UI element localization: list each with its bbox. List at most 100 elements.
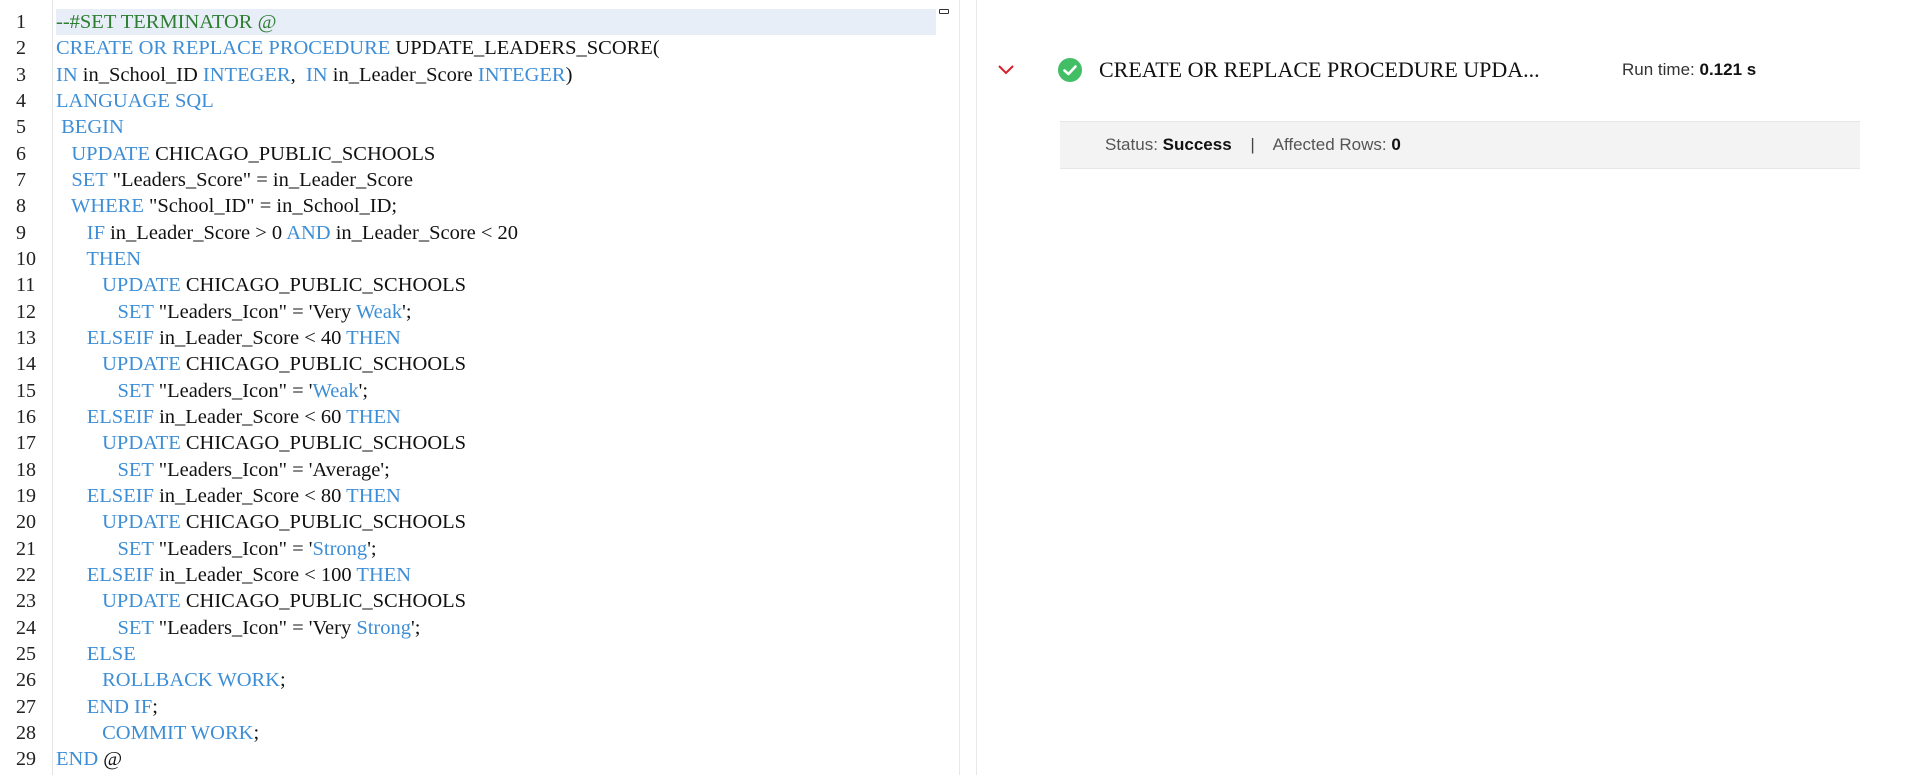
sql-text: CHICAGO_PUBLIC_SCHOOLS xyxy=(185,432,467,455)
sql-text: in_Leader_Score xyxy=(332,63,478,86)
code-line[interactable]: IF in_Leader_Score > 0 AND in_Leader_Sco… xyxy=(56,220,936,246)
sql-editor[interactable]: 1 2 3 4 5 6 7 8 9 10 11 12 13 14 15 16 17 18 19 20 21 22 23 24 2… xyxy=(0,0,960,775)
code-line[interactable]: SET "Leaders_Icon" = 'Strong'; xyxy=(56,536,936,562)
sql-text: in_School_ID xyxy=(82,63,203,86)
code-line[interactable]: SET "Leaders_Icon" = 'Average'; xyxy=(56,457,936,483)
sql-keyword: END xyxy=(56,748,104,771)
code-line[interactable]: BEGIN xyxy=(56,114,936,140)
code-line[interactable]: ELSEIF in_Leader_Score < 40 THEN xyxy=(56,325,936,351)
affected-rows-value: 0 xyxy=(1391,135,1401,154)
sql-text: in_Leader_Score < 100 xyxy=(159,563,357,586)
code-line[interactable]: END IF; xyxy=(56,694,936,720)
sql-keyword: IN xyxy=(56,63,83,86)
sql-keyword: SET xyxy=(56,537,159,560)
code-line[interactable]: --#SET TERMINATOR @ xyxy=(56,9,936,36)
run-time-value: 0.121 s xyxy=(1699,60,1757,79)
line-number: 12 xyxy=(16,300,36,323)
code-line[interactable]: IN in_School_ID INTEGER, IN in_Leader_Sc… xyxy=(56,62,936,88)
line-number: 27 xyxy=(16,695,36,718)
sql-keyword: WHERE xyxy=(56,195,150,218)
code-line[interactable]: ELSEIF in_Leader_Score < 100 THEN xyxy=(56,562,936,588)
code-line[interactable]: THEN xyxy=(56,246,936,272)
sql-text: @ xyxy=(103,748,123,771)
line-number-gutter: 1 2 3 4 5 6 7 8 9 10 11 12 13 14 15 16 17 18 19 20 21 22 23 24 2… xyxy=(0,9,52,773)
line-number: 25 xyxy=(16,642,36,665)
code-line[interactable]: COMMIT WORK; xyxy=(56,720,936,746)
pane-splitter-left[interactable] xyxy=(959,0,960,775)
gutter-divider xyxy=(52,0,53,775)
sql-keyword: UPDATE xyxy=(56,353,186,376)
sql-keyword: SET xyxy=(56,616,159,639)
sql-text: CHICAGO_PUBLIC_SCHOOLS xyxy=(185,590,467,613)
code-line[interactable]: ELSE xyxy=(56,641,936,667)
code-line[interactable]: UPDATE CHICAGO_PUBLIC_SCHOOLS xyxy=(56,430,936,456)
code-line[interactable]: SET "Leaders_Score" = in_Leader_Score xyxy=(56,167,936,193)
line-number: 1 xyxy=(16,11,26,33)
line-number: 29 xyxy=(16,748,36,771)
code-line[interactable]: SET "Leaders_Icon" = 'Weak'; xyxy=(56,378,936,404)
sql-keyword: ELSEIF xyxy=(56,326,160,349)
sql-text: ; xyxy=(280,669,286,692)
code-line[interactable]: UPDATE CHICAGO_PUBLIC_SCHOOLS xyxy=(56,272,936,298)
statement-title[interactable]: CREATE OR REPLACE PROCEDURE UPDA... xyxy=(1099,53,1540,87)
chevron-down-icon[interactable] xyxy=(995,58,1017,80)
code-line[interactable]: SET "Leaders_Icon" = 'Very Weak'; xyxy=(56,299,936,325)
sql-keyword: UPDATE xyxy=(56,142,156,165)
line-number: 5 xyxy=(16,116,26,139)
code-line[interactable]: UPDATE CHICAGO_PUBLIC_SCHOOLS xyxy=(56,588,936,614)
line-number: 14 xyxy=(16,353,36,376)
sql-text: in_Leader_Score < 20 xyxy=(335,221,519,244)
code-line[interactable]: ELSEIF in_Leader_Score < 60 THEN xyxy=(56,404,936,430)
sql-text: , xyxy=(290,63,306,86)
sql-keyword: Strong xyxy=(312,537,368,560)
sql-text: "Leaders_Icon" = 'Very xyxy=(158,616,357,639)
sql-text: ; xyxy=(152,695,158,718)
sql-text: CHICAGO_PUBLIC_SCHOOLS xyxy=(185,353,467,376)
code-line[interactable]: UPDATE CHICAGO_PUBLIC_SCHOOLS xyxy=(56,509,936,535)
sql-keyword: INTEGER xyxy=(477,63,566,86)
results-pane: CREATE OR REPLACE PROCEDURE UPDA... Run … xyxy=(977,0,1913,775)
line-number: 2 xyxy=(16,37,26,60)
sql-keyword: ELSE xyxy=(56,642,136,665)
sql-keyword: SET xyxy=(56,458,159,481)
sql-text: '; xyxy=(367,537,377,560)
sql-keyword: ELSEIF xyxy=(56,484,160,507)
code-line[interactable]: UPDATE CHICAGO_PUBLIC_SCHOOLS xyxy=(56,141,936,167)
code-line[interactable]: END @ xyxy=(56,746,936,772)
line-number: 18 xyxy=(16,458,36,481)
sql-keyword: THEN xyxy=(356,563,412,586)
line-number: 24 xyxy=(16,616,36,639)
code-line[interactable]: ROLLBACK WORK; xyxy=(56,667,936,693)
sql-keyword: SET xyxy=(56,168,113,191)
sql-keyword: UPDATE xyxy=(56,432,186,455)
sql-keyword: COMMIT WORK xyxy=(56,721,254,744)
code-line[interactable]: SET "Leaders_Icon" = 'Very Strong'; xyxy=(56,615,936,641)
code-line[interactable]: CREATE OR REPLACE PROCEDURE UPDATE_LEADE… xyxy=(56,35,936,61)
code-area[interactable]: --#SET TERMINATOR @ CREATE OR REPLACE PRO… xyxy=(56,9,936,773)
minimize-icon[interactable] xyxy=(939,9,949,14)
sql-keyword: THEN xyxy=(346,405,401,428)
code-line[interactable]: ELSEIF in_Leader_Score < 80 THEN xyxy=(56,483,936,509)
code-line[interactable]: WHERE "School_ID" = in_School_ID; xyxy=(56,193,936,219)
line-number: 4 xyxy=(16,89,26,112)
result-entry[interactable]: CREATE OR REPLACE PROCEDURE UPDA... Run … xyxy=(977,52,1877,88)
sql-text: CHICAGO_PUBLIC_SCHOOLS xyxy=(155,142,436,165)
sql-keyword: UPDATE xyxy=(56,511,186,534)
status-label: Status: xyxy=(1105,135,1158,154)
code-line[interactable]: UPDATE CHICAGO_PUBLIC_SCHOOLS xyxy=(56,351,936,377)
sql-text: '; xyxy=(411,616,421,639)
code-line[interactable]: LANGUAGE SQL xyxy=(56,88,936,114)
sql-text: UPDATE_LEADERS_SCORE( xyxy=(395,37,660,60)
sql-keyword: THEN xyxy=(346,326,401,349)
run-time: Run time: 0.121 s xyxy=(1622,52,1756,88)
sql-text: ) xyxy=(565,63,573,86)
sql-text: CHICAGO_PUBLIC_SCHOOLS xyxy=(185,274,467,297)
status-value: Success xyxy=(1162,135,1232,154)
sql-keyword: ROLLBACK WORK xyxy=(56,669,280,692)
sql-keyword: Weak xyxy=(312,379,359,402)
affected-rows-label: Affected Rows: xyxy=(1272,135,1387,154)
sql-text: "Leaders_Icon" = ' xyxy=(158,537,313,560)
sql-keyword: UPDATE xyxy=(56,274,186,297)
success-check-icon xyxy=(1058,58,1082,82)
sql-text: in_Leader_Score < 40 xyxy=(159,326,347,349)
